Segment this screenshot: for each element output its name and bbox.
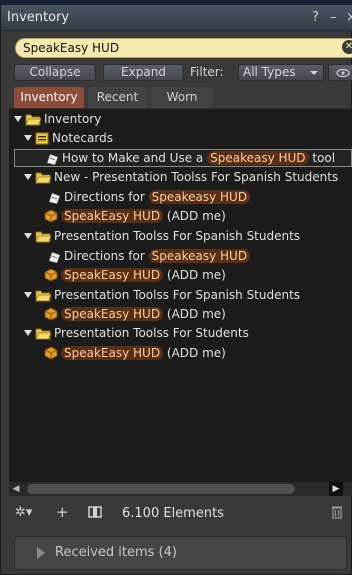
object-icon <box>44 209 58 223</box>
search-input[interactable]: SpeakEasy HUD <box>15 38 352 58</box>
scroll-right-arrow-icon[interactable]: ▶ <box>329 482 343 496</box>
horizontal-scrollbar[interactable]: ◀ ▶ <box>9 482 352 496</box>
inventory-tree[interactable]: Inventory Notecards How to Make and Use … <box>9 108 352 482</box>
folder-open-icon <box>35 290 51 302</box>
search-match-highlight: Speakeasy HUD <box>148 190 251 204</box>
tab-recent[interactable]: Recent <box>88 87 147 108</box>
search-match-highlight: Speakeasy HUD <box>207 151 309 165</box>
tree-label: Presentation Toolss For Spanish Students <box>54 229 301 243</box>
tree-label: How to Make and Use a <box>62 151 204 165</box>
filter-label: Filter: <box>190 65 224 79</box>
tree-row-folder-presentation-students[interactable]: Presentation Toolss For Students <box>24 324 249 342</box>
eye-filter-button[interactable] <box>328 64 352 81</box>
eye-icon <box>336 68 350 78</box>
notecard-icon <box>48 251 61 263</box>
search-value: SpeakEasy HUD <box>23 41 120 55</box>
tree-label: tool <box>312 151 336 165</box>
collapse-button[interactable]: Collapse <box>14 64 96 81</box>
tree-label: New - Presentation Toolss For Spanish St… <box>54 170 339 184</box>
expand-arrow-icon[interactable] <box>37 547 45 559</box>
tab-inventory[interactable]: Inventory <box>14 87 84 108</box>
expand-triangle-icon[interactable] <box>24 330 32 336</box>
expand-triangle-icon[interactable] <box>24 233 32 239</box>
folder-open-icon <box>25 114 41 126</box>
expand-triangle-icon[interactable] <box>24 174 32 180</box>
folder-open-icon <box>35 231 51 243</box>
tree-label: (ADD me) <box>166 268 226 282</box>
tree-label: Directions for <box>64 190 145 204</box>
expand-button[interactable]: Expand <box>103 64 184 81</box>
tab-worn[interactable]: Worn <box>151 87 213 108</box>
close-button[interactable]: × <box>346 10 352 25</box>
gear-icon[interactable]: ✲▾ <box>15 505 32 520</box>
trash-icon[interactable] <box>331 505 343 523</box>
tree-label: Notecards <box>52 131 113 145</box>
tree-row-inventory-root[interactable]: Inventory <box>14 110 101 128</box>
clear-search-icon[interactable]: ✕ <box>342 40 352 54</box>
help-button[interactable]: ? <box>312 10 319 25</box>
filter-dropdown-value: All Types <box>243 65 296 79</box>
object-icon <box>44 268 58 282</box>
object-icon <box>44 346 58 360</box>
tree-row-speakeasy-hud[interactable]: SpeakEasy HUD (ADD me) <box>44 344 226 362</box>
tree-row-speakeasy-hud[interactable]: SpeakEasy HUD (ADD me) <box>44 207 226 225</box>
folder-open-icon <box>35 172 51 184</box>
window-title: Inventory <box>7 10 70 25</box>
inventory-window: Inventory ? – × SpeakEasy HUD ✕ Collapse… <box>0 0 352 575</box>
search-match-highlight: SpeakEasy HUD <box>61 346 164 360</box>
expand-triangle-icon[interactable] <box>24 292 32 298</box>
search-match-highlight: SpeakEasy HUD <box>61 307 164 321</box>
new-folder-icon[interactable] <box>88 505 102 523</box>
title-bar[interactable]: Inventory ? – × <box>1 5 352 31</box>
search-match-highlight: Speakeasy HUD <box>148 249 251 263</box>
tree-label: Inventory <box>44 112 102 126</box>
tree-label: (ADD me) <box>166 346 226 360</box>
expand-triangle-icon[interactable] <box>14 116 22 122</box>
filter-dropdown[interactable]: All Types <box>238 64 324 81</box>
tree-row-directions[interactable]: Directions for Speakeasy HUD <box>47 188 251 206</box>
tree-label: (ADD me) <box>166 209 226 223</box>
plus-icon[interactable]: + <box>56 503 69 521</box>
tree-label: Presentation Toolss For Students <box>54 326 249 340</box>
tree-row-folder-new-presentation[interactable]: New - Presentation Toolss For Spanish St… <box>24 168 338 186</box>
notecards-folder-icon <box>35 132 49 145</box>
tree-label: Presentation Toolss For Spanish Students <box>54 288 301 302</box>
search-match-highlight: SpeakEasy HUD <box>61 268 164 282</box>
tree-row-speakeasy-hud[interactable]: SpeakEasy HUD (ADD me) <box>44 305 226 323</box>
notecard-icon <box>48 192 61 204</box>
object-icon <box>44 307 58 321</box>
tree-row-folder-presentation-2[interactable]: Presentation Toolss For Spanish Students <box>24 286 300 304</box>
folder-open-icon <box>35 328 51 340</box>
tree-row-notecards[interactable]: Notecards <box>24 129 113 147</box>
expand-triangle-icon[interactable] <box>24 135 32 141</box>
chevron-down-icon <box>310 71 318 75</box>
tree-row-speakeasy-hud[interactable]: SpeakEasy HUD (ADD me) <box>44 266 226 284</box>
tree-label: Directions for <box>64 249 145 263</box>
tree-row-folder-presentation-1[interactable]: Presentation Toolss For Spanish Students <box>24 227 300 245</box>
tree-row-notecard-item[interactable]: How to Make and Use a Speakeasy HUD tool <box>14 149 352 167</box>
item-count: 6.100 Elements <box>122 506 224 521</box>
tree-label: (ADD me) <box>166 307 226 321</box>
scroll-left-arrow-icon[interactable]: ◀ <box>9 482 23 496</box>
received-items-label[interactable]: Received items (4) <box>55 545 177 560</box>
notecard-icon <box>46 153 59 165</box>
scrollbar-thumb[interactable] <box>27 484 295 494</box>
search-match-highlight: SpeakEasy HUD <box>61 209 164 223</box>
tree-row-directions[interactable]: Directions for Speakeasy HUD <box>47 247 251 265</box>
minimize-button[interactable]: – <box>330 10 337 25</box>
